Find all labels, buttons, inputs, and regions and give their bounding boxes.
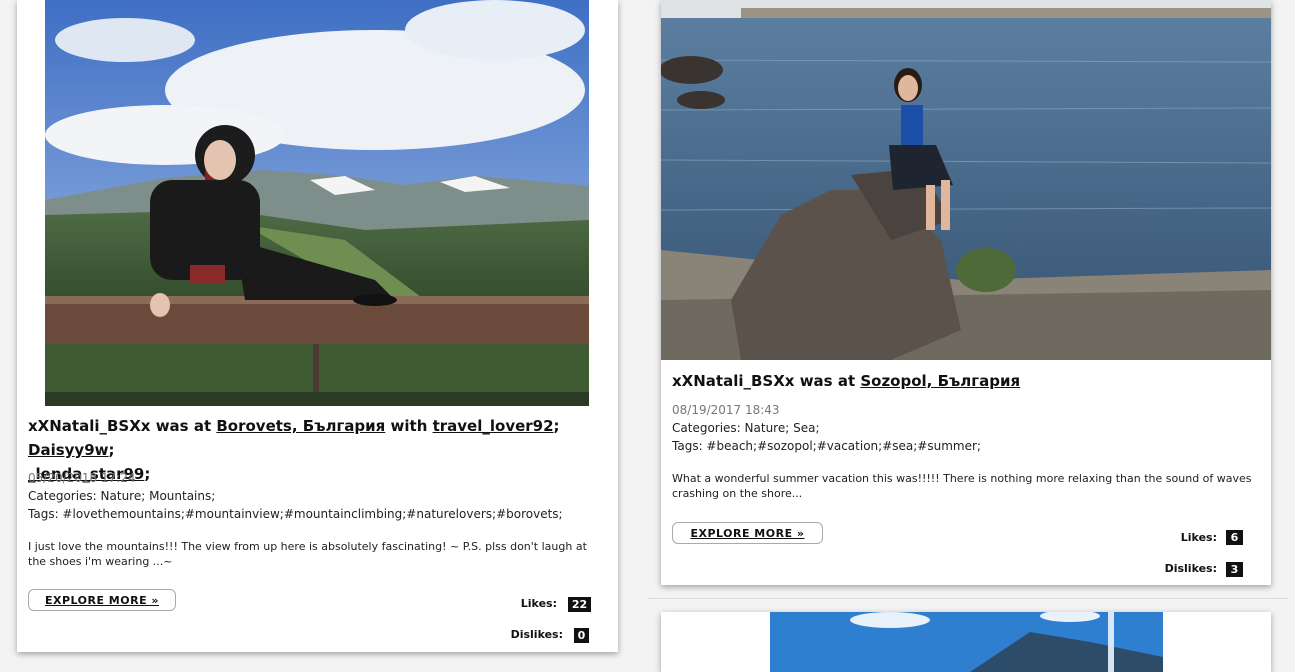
post-card: xXNatali_BSXx was at Sozopol, България 0… [661,0,1271,585]
separator-semicolon: ; [553,417,560,435]
post-was-at-text: was at [794,372,861,390]
post-photo[interactable] [45,0,589,406]
partial-photo-image [770,612,1163,672]
post-description: I just love the mountains!!! The view fr… [28,540,587,568]
post-photo[interactable] [661,0,1271,360]
dislikes-count-badge: 0 [574,628,589,643]
mountain-photo-image [45,0,589,406]
separator-semicolon: ; [144,465,151,483]
dislikes-label: Dislikes: [1164,562,1217,575]
post-friend-link[interactable]: Daisyy9w [28,441,109,459]
likes-label: Likes: [1180,531,1217,544]
post-title: xXNatali_BSXx was at Sozopol, България [672,369,1262,393]
post-location-link[interactable]: Sozopol, България [860,372,1020,390]
explore-more-button[interactable]: EXPLORE MORE » [672,522,823,544]
post-separator [648,598,1288,599]
separator-semicolon: ; [108,441,115,459]
post-location-link[interactable]: Borovets, България [216,417,385,435]
dislikes-label: Dislikes: [510,628,563,641]
post-categories: Categories: Nature; Mountains; [28,489,216,503]
post-tags: Tags: #beach;#sozopol;#vacation;#sea;#su… [672,439,981,453]
post-date: 05/20/2018 17:24 [28,471,136,485]
likes-label: Likes: [520,597,557,610]
post-description: What a wonderful summer vacation this wa… [672,472,1252,500]
dislikes-count-badge: 3 [1226,562,1243,577]
post-with-text: with [385,417,433,435]
post-card [661,612,1271,672]
post-user: xXNatali_BSXx [672,372,795,390]
post-user: xXNatali_BSXx [28,417,151,435]
sea-photo-image [661,0,1271,360]
post-card: xXNatali_BSXx was at Borovets, България … [17,0,618,652]
post-was-at-text: was at [150,417,217,435]
post-friend-link[interactable]: travel_lover92 [433,417,554,435]
likes-count-badge: 22 [568,597,591,612]
likes-count-badge: 6 [1226,530,1243,545]
explore-more-button[interactable]: EXPLORE MORE » [28,589,176,611]
post-photo[interactable] [770,612,1163,672]
post-tags: Tags: #lovethemountains;#mountainview;#m… [28,507,563,521]
post-categories: Categories: Nature; Sea; [672,421,820,435]
post-date: 08/19/2017 18:43 [672,403,780,417]
